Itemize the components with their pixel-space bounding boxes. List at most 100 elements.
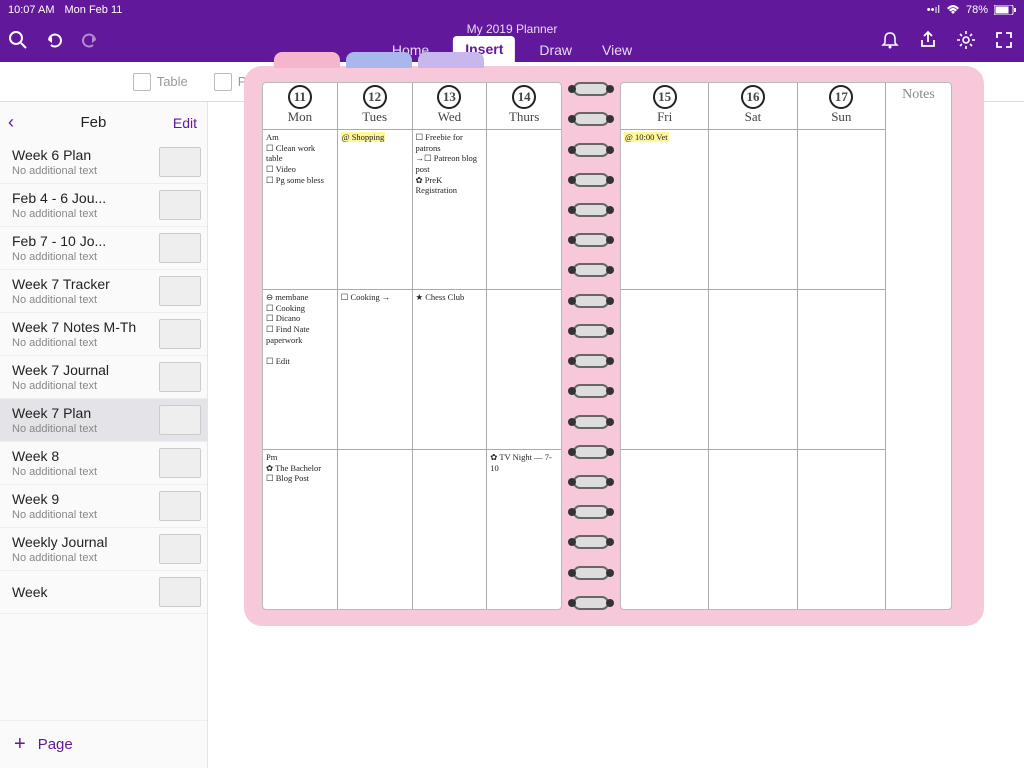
search-icon[interactable] bbox=[8, 30, 28, 50]
page-item-name: Week 8 bbox=[12, 448, 97, 464]
page-item-name: Weekly Journal bbox=[12, 534, 107, 550]
page-item[interactable]: Feb 7 - 10 Jo...No additional text bbox=[0, 227, 207, 270]
planner-cell[interactable]: @ 10:00 Vet bbox=[621, 130, 709, 289]
sidebar-back-button[interactable]: ‹ bbox=[8, 112, 14, 133]
planner-cell[interactable]: ★ Chess Club bbox=[413, 290, 488, 449]
page-sidebar: ‹ Feb Edit Week 6 Plan No additional text… bbox=[0, 102, 208, 768]
page-item-name: Week 7 Notes M-Th bbox=[12, 319, 136, 335]
page-item-subtitle: No additional text bbox=[12, 552, 107, 564]
planner-color-tab[interactable] bbox=[346, 52, 412, 68]
status-time: 10:07 AM bbox=[8, 4, 54, 16]
planner-right-page: 15Fri16Sat17Sun @ 10:00 Vet Notes bbox=[620, 82, 952, 610]
planner-cell[interactable]: ✿ TV Night — 7-10 bbox=[487, 450, 561, 609]
planner-cell[interactable] bbox=[798, 290, 885, 449]
planner-day-header: 15Fri bbox=[621, 83, 709, 129]
planner-cell[interactable] bbox=[487, 130, 561, 289]
planner-cell[interactable] bbox=[621, 450, 709, 609]
page-item-subtitle: No additional text bbox=[12, 208, 106, 220]
planner-color-tab[interactable] bbox=[418, 52, 484, 68]
notifications-icon[interactable] bbox=[880, 30, 900, 50]
planner-cell[interactable] bbox=[487, 290, 561, 449]
page-item-name: Week 7 Plan bbox=[12, 405, 97, 421]
page-item-name: Feb 7 - 10 Jo... bbox=[12, 233, 106, 249]
page-thumbnail bbox=[159, 491, 201, 521]
page-item[interactable]: Week 8 No additional text bbox=[0, 442, 207, 485]
page-item[interactable]: Week 6 Plan No additional text bbox=[0, 141, 207, 184]
page-item[interactable]: Week 7 Notes M-Th No additional text bbox=[0, 313, 207, 356]
planner-cell[interactable]: @ Shopping bbox=[338, 130, 413, 289]
planner-cell[interactable] bbox=[709, 450, 797, 609]
planner-cell[interactable] bbox=[621, 290, 709, 449]
page-item-subtitle: No additional text bbox=[12, 509, 97, 521]
fullscreen-icon[interactable] bbox=[994, 30, 1014, 50]
page-item[interactable]: Feb 4 - 6 Jou... No additional text bbox=[0, 184, 207, 227]
page-thumbnail bbox=[159, 276, 201, 306]
insert-table-button[interactable]: Table bbox=[133, 73, 188, 91]
settings-icon[interactable] bbox=[956, 30, 976, 50]
wifi-icon bbox=[946, 5, 960, 15]
page-thumbnail bbox=[159, 448, 201, 478]
page-item-subtitle: No additional text bbox=[12, 380, 109, 392]
planner-cell[interactable]: ☐ Cooking → bbox=[338, 290, 413, 449]
app-titlebar: My 2019 Planner Home Insert Draw View bbox=[0, 20, 1024, 62]
page-item[interactable]: Week 7 Tracker No additional text bbox=[0, 270, 207, 313]
page-thumbnail bbox=[159, 577, 201, 607]
page-thumbnail bbox=[159, 362, 201, 392]
page-item-name: Feb 4 - 6 Jou... bbox=[12, 190, 106, 206]
page-thumbnail bbox=[159, 190, 201, 220]
page-item-name: Week 7 Tracker bbox=[12, 276, 110, 292]
page-item-name: Week 6 Plan bbox=[12, 147, 97, 163]
page-item-subtitle: No additional text bbox=[12, 294, 110, 306]
undo-icon[interactable] bbox=[44, 30, 64, 50]
sidebar-edit-button[interactable]: Edit bbox=[173, 115, 197, 131]
planner-cell[interactable]: Pm✿ The Bachelor☐ Blog Post bbox=[263, 450, 338, 609]
page-item-name: Week bbox=[12, 584, 48, 600]
planner-cell[interactable]: Am☐ Clean work table☐ Video☐ Pg some ble… bbox=[263, 130, 338, 289]
planner-day-header: 14Thurs bbox=[487, 83, 561, 129]
planner-cell[interactable] bbox=[709, 130, 797, 289]
page-item[interactable]: Week bbox=[0, 571, 207, 614]
planner-day-header: 16Sat bbox=[709, 83, 797, 129]
page-thumbnail bbox=[159, 405, 201, 435]
page-item-subtitle: No additional text bbox=[12, 337, 136, 349]
planner-cell[interactable] bbox=[709, 290, 797, 449]
tab-draw[interactable]: Draw bbox=[533, 38, 578, 62]
page-thumbnail bbox=[159, 319, 201, 349]
page-item-name: Week 9 bbox=[12, 491, 97, 507]
status-date: Mon Feb 11 bbox=[64, 4, 122, 16]
planner-image[interactable]: 11Mon12Tues13Wed14Thurs Am☐ Clean work t… bbox=[244, 66, 984, 626]
picture-icon bbox=[214, 73, 232, 91]
planner-cell[interactable]: ☐ Freebie for patrons→☐ Patreon blog pos… bbox=[413, 130, 488, 289]
tab-view[interactable]: View bbox=[596, 38, 638, 62]
planner-left-page: 11Mon12Tues13Wed14Thurs Am☐ Clean work t… bbox=[262, 82, 562, 610]
battery-pct: 78% bbox=[966, 4, 988, 16]
ios-status-bar: 10:07 AM Mon Feb 11 ••ıl 78% bbox=[0, 0, 1024, 20]
page-item[interactable]: Week 9 No additional text bbox=[0, 485, 207, 528]
planner-day-header: 11Mon bbox=[263, 83, 338, 129]
planner-notes-column: Notes bbox=[885, 83, 951, 609]
planner-cell[interactable] bbox=[413, 450, 488, 609]
sidebar-section-name[interactable]: Feb bbox=[81, 114, 107, 131]
planner-cell[interactable] bbox=[798, 130, 885, 289]
page-item-name: Week 7 Journal bbox=[12, 362, 109, 378]
page-thumbnail bbox=[159, 147, 201, 177]
signal-icon: ••ıl bbox=[927, 4, 940, 16]
table-icon bbox=[133, 73, 151, 91]
page-item[interactable]: Week 7 PlanNo additional text bbox=[0, 399, 207, 442]
page-item-subtitle: No additional text bbox=[12, 466, 97, 478]
page-item[interactable]: Weekly Journal No additional text bbox=[0, 528, 207, 571]
share-icon[interactable] bbox=[918, 30, 938, 50]
planner-color-tab[interactable] bbox=[274, 52, 340, 68]
spiral-binding bbox=[560, 74, 622, 618]
planner-day-header: 12Tues bbox=[338, 83, 413, 129]
planner-day-header: 13Wed bbox=[413, 83, 488, 129]
page-thumbnail bbox=[159, 233, 201, 263]
redo-icon[interactable] bbox=[80, 30, 100, 50]
page-item[interactable]: Week 7 Journal No additional text bbox=[0, 356, 207, 399]
planner-cell[interactable] bbox=[798, 450, 885, 609]
page-list[interactable]: Week 6 PlanNo additional textFeb 4 - 6 J… bbox=[0, 141, 207, 720]
planner-cell[interactable] bbox=[338, 450, 413, 609]
planner-cell[interactable]: ⊖ membane☐ Cooking☐ Dicano☐ Find Nate pa… bbox=[263, 290, 338, 449]
page-item-subtitle: No additional text bbox=[12, 165, 97, 177]
add-page-button[interactable]: + Page bbox=[0, 720, 207, 768]
